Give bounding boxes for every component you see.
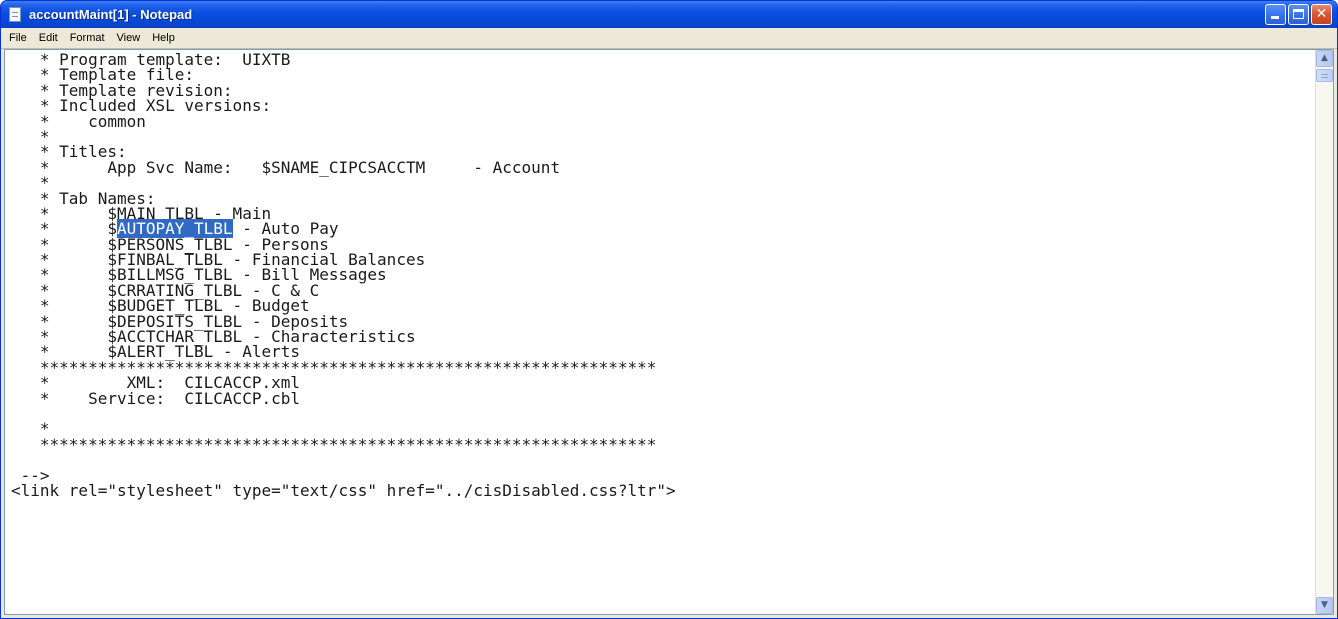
text-line: * [11,175,1316,191]
text-line: * common [11,113,1316,129]
text-line [11,452,1316,467]
close-icon: ✕ [1315,6,1328,22]
close-button[interactable]: ✕ [1311,4,1332,25]
menu-edit[interactable]: Edit [33,32,64,44]
text-line: * Program template: UIXTB [11,52,1316,68]
chevron-down-icon: ▼ [1321,600,1328,610]
text-line [11,406,1316,421]
menu-file[interactable]: File [3,32,33,44]
line-text: * Service: CILCACCP.cbl [11,388,300,408]
vertical-scrollbar[interactable]: ▲ ▼ [1315,50,1333,614]
scroll-thumb[interactable] [1316,69,1333,82]
text-line: * [11,128,1316,144]
text-editor[interactable]: * Program template: UIXTB * Template fil… [4,49,1334,615]
window-controls: ✕ [1265,4,1332,25]
menu-format[interactable]: Format [64,32,111,44]
window-title: accountMaint[1] - Notepad [29,7,193,22]
maximize-button[interactable] [1288,4,1309,25]
text-line: ****************************************… [11,434,1316,454]
menu-help[interactable]: Help [146,32,181,44]
line-text: <link rel="stylesheet" type="text/css" h… [11,480,676,500]
line-text: * App Svc Name: $SNAME_CIPCSACCTM - Acco… [11,157,561,177]
text-line: * Service: CILCACCP.cbl [11,388,1316,408]
chevron-up-icon: ▲ [1321,53,1328,63]
notepad-icon[interactable] [7,6,23,23]
menu-bar: File Edit Format View Help [1,28,1337,49]
text-content[interactable]: * Program template: UIXTB * Template fil… [5,50,1316,614]
text-line: * Included XSL versions: [11,98,1316,114]
line-text: ****************************************… [11,434,657,454]
minimize-icon [1271,16,1279,19]
text-line: <link rel="stylesheet" type="text/css" h… [11,480,1316,500]
title-bar[interactable]: accountMaint[1] - Notepad ✕ [1,1,1337,28]
minimize-button[interactable] [1265,4,1286,25]
scroll-down-button[interactable]: ▼ [1316,597,1333,614]
text-line: * App Svc Name: $SNAME_CIPCSACCTM - Acco… [11,157,1316,177]
notepad-window: accountMaint[1] - Notepad ✕ File Edit Fo… [0,0,1338,619]
scroll-up-button[interactable]: ▲ [1316,50,1333,67]
maximize-icon [1293,9,1304,19]
menu-view[interactable]: View [111,32,147,44]
